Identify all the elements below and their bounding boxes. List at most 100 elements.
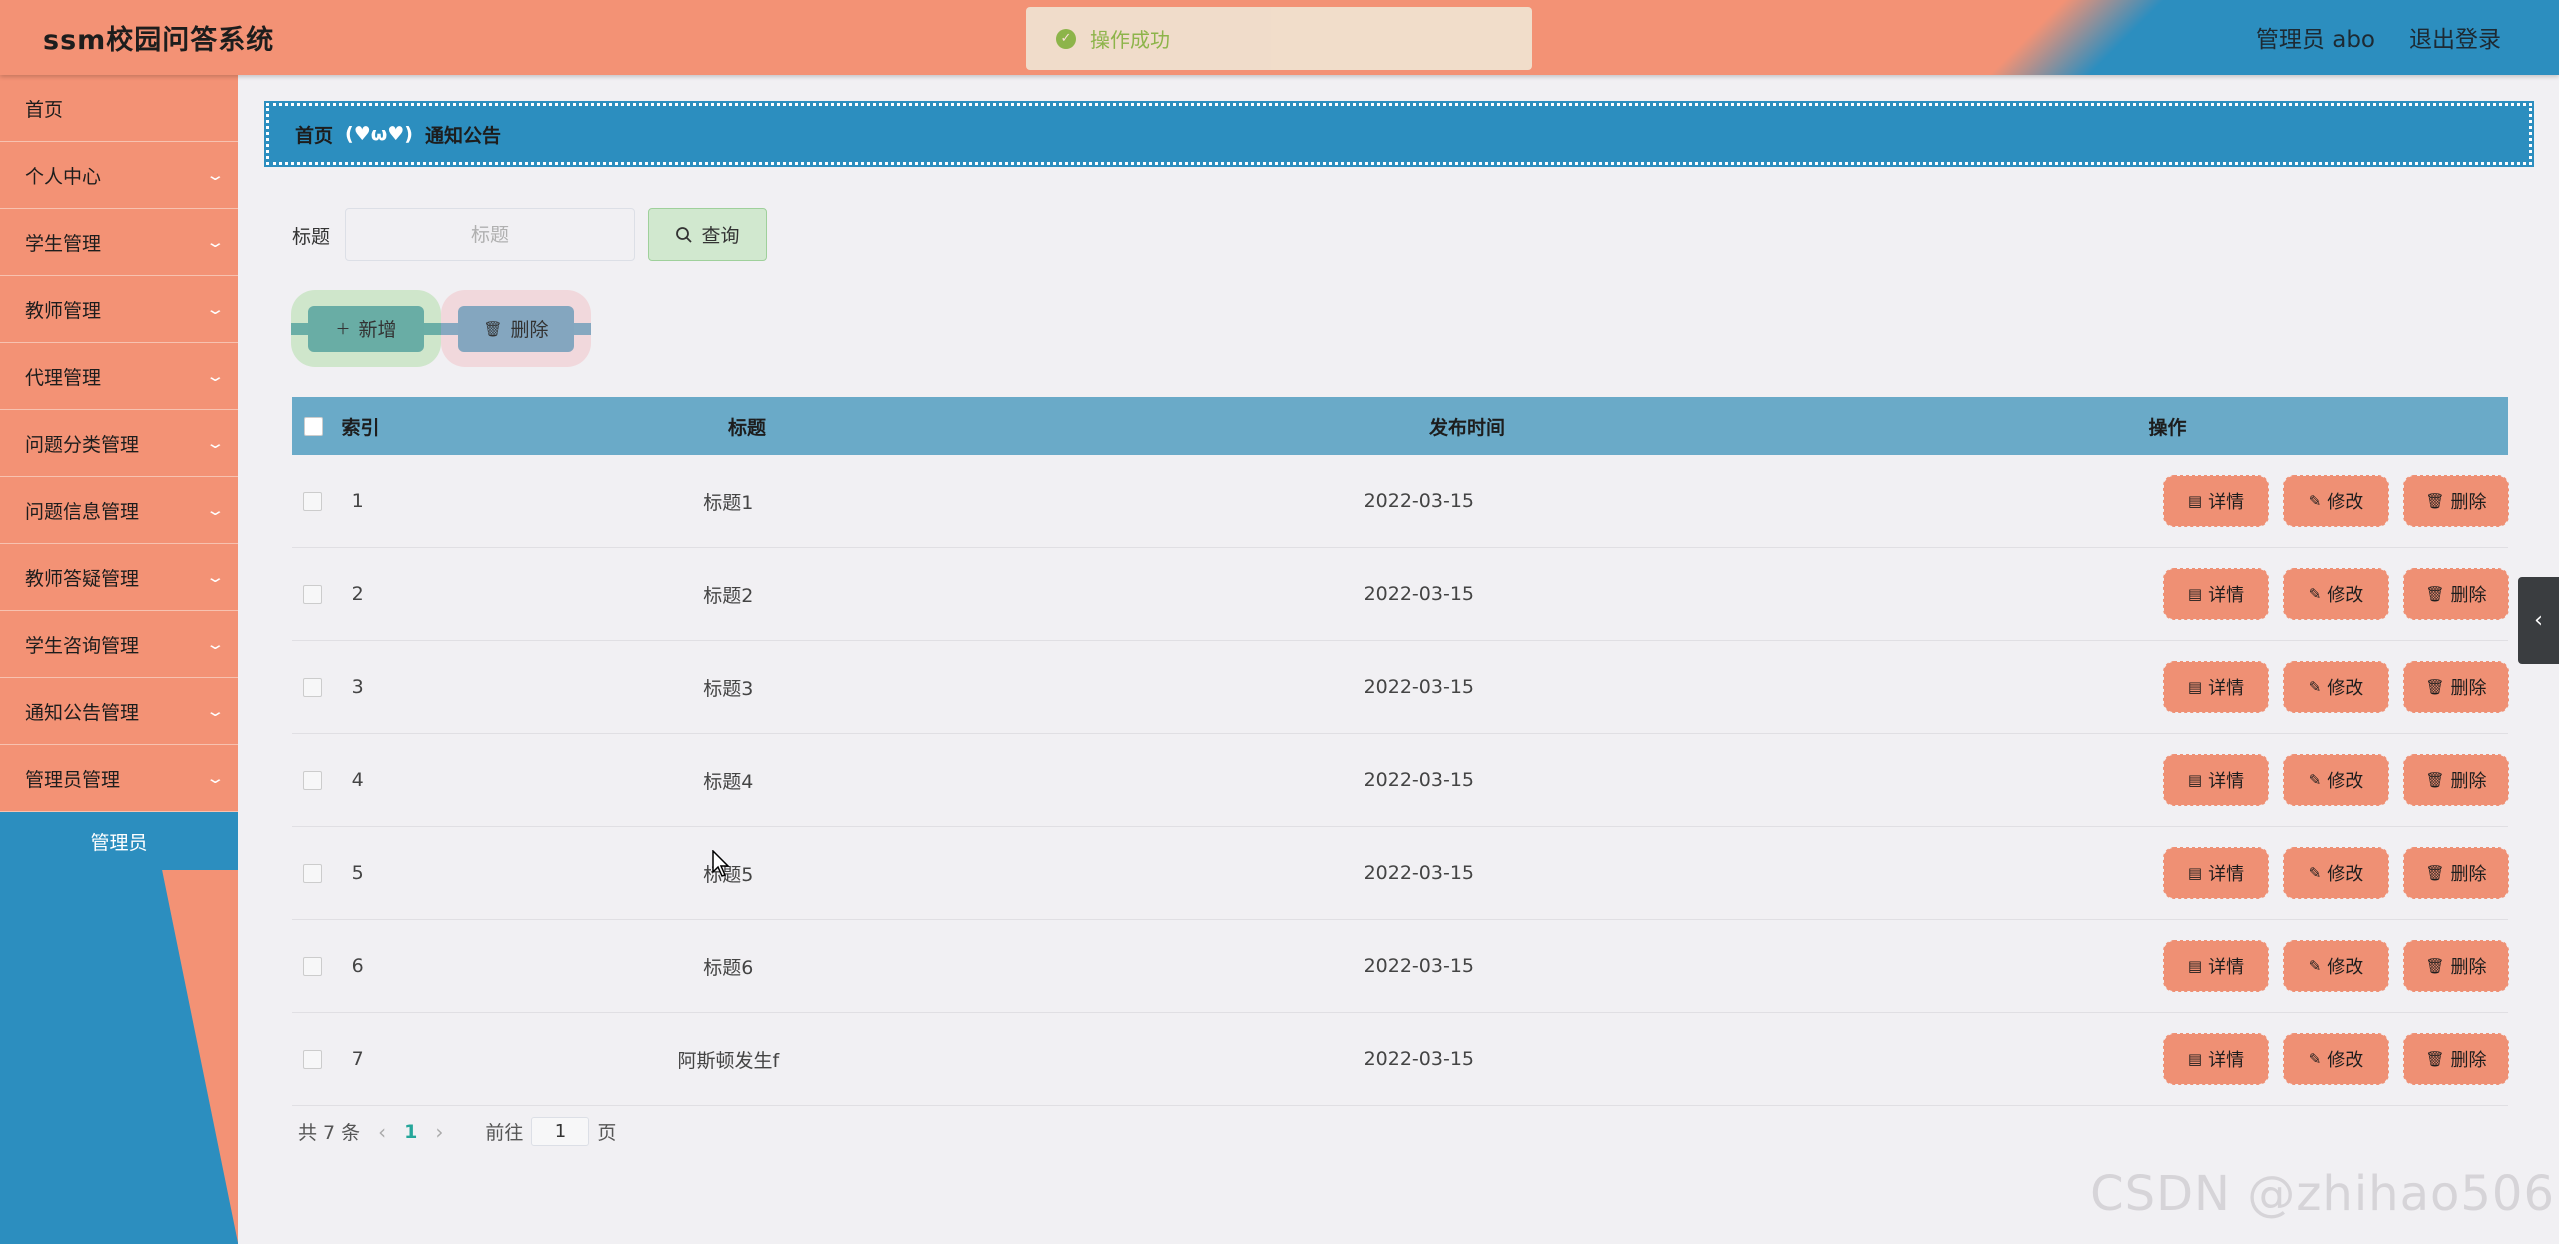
row-index: 7 <box>351 1048 364 1070</box>
sidebar-item-4[interactable]: 代理管理 ⌄ <box>0 343 238 410</box>
pencil-icon: ✎ <box>2308 1050 2322 1068</box>
success-toast: ✓ 操作成功 <box>1026 7 1532 70</box>
row-date: 2022-03-15 <box>1363 1048 1474 1070</box>
add-button-label: 新增 <box>358 319 397 341</box>
row-edit-button[interactable]: ✎ 修改 <box>2283 754 2390 806</box>
sidebar-item-label: 代理管理 <box>25 366 102 389</box>
header-index: 索引 <box>341 416 380 439</box>
row-edit-button[interactable]: ✎ 修改 <box>2283 940 2390 992</box>
watermark: CSDN @zhihao506 <box>2090 1166 2555 1222</box>
sidebar-item-2[interactable]: 学生管理 ⌄ <box>0 209 238 276</box>
batch-delete-button-label: 删除 <box>510 319 549 341</box>
logout-button[interactable]: 退出登录 <box>2409 20 2501 54</box>
trash-icon: 🗑 <box>2425 678 2445 696</box>
table-row: 1 标题1 2022-03-15 ▤ 详情 ✎ 修改 🗑 删除 <box>292 455 2510 548</box>
row-detail-button[interactable]: ▤ 详情 <box>2163 661 2270 713</box>
row-checkbox[interactable] <box>302 677 322 697</box>
row-edit-button[interactable]: ✎ 修改 <box>2283 568 2390 620</box>
row-checkbox[interactable] <box>302 1049 322 1069</box>
table-row: 6 标题6 2022-03-15 ▤ 详情 ✎ 修改 🗑 删除 <box>292 920 2510 1013</box>
row-edit-label: 修改 <box>2327 678 2364 699</box>
row-actions: ▤ 详情 ✎ 修改 🗑 删除 <box>2163 1033 2510 1085</box>
row-checkbox[interactable] <box>302 770 322 790</box>
sidebar: 首页 个人中心 ⌄ 学生管理 ⌄ 教师管理 ⌄ 代理管理 ⌄ 问题分类管理 ⌄ 问题信息管理 ⌄ 教师答疑… <box>0 75 238 1244</box>
chevron-down-icon: ⌄ <box>205 166 226 184</box>
header-title: 标题 <box>727 416 766 439</box>
search-title-label: 标题 <box>292 226 331 248</box>
sidebar-item-1[interactable]: 个人中心 ⌄ <box>0 142 238 209</box>
prev-page-icon[interactable]: ‹ <box>378 1120 386 1144</box>
row-detail-button[interactable]: ▤ 详情 <box>2163 754 2270 806</box>
breadcrumb-current: 通知公告 <box>424 124 501 147</box>
sidebar-item-label: 学生管理 <box>25 232 102 255</box>
pencil-icon: ✎ <box>2308 492 2322 510</box>
row-delete-button[interactable]: 🗑 删除 <box>2403 1033 2510 1085</box>
sidebar-item-9[interactable]: 通知公告管理 ⌄ <box>0 678 238 745</box>
next-page-icon[interactable]: › <box>435 1120 443 1144</box>
row-index: 5 <box>351 862 364 884</box>
pencil-icon: ✎ <box>2308 771 2322 789</box>
sidebar-subitem-admin[interactable]: 管理员 <box>0 812 238 870</box>
breadcrumb-home[interactable]: 首页 <box>295 121 333 148</box>
table-body: 1 标题1 2022-03-15 ▤ 详情 ✎ 修改 🗑 删除 2 标题2 2022-03-15 ▤ 详情… <box>292 455 2510 1106</box>
breadcrumb: 首页 (♥ω♥) 通知公告 <box>264 101 2534 167</box>
sidebar-item-label: 管理员管理 <box>25 768 121 791</box>
row-detail-button[interactable]: ▤ 详情 <box>2163 847 2270 899</box>
goto-page-input[interactable] <box>531 1117 590 1146</box>
row-date: 2022-03-15 <box>1363 676 1474 698</box>
sidebar-item-5[interactable]: 问题分类管理 ⌄ <box>0 410 238 477</box>
row-detail-label: 详情 <box>2208 492 2245 513</box>
row-edit-button[interactable]: ✎ 修改 <box>2283 1033 2390 1085</box>
search-title-input[interactable] <box>345 208 635 261</box>
row-checkbox[interactable] <box>302 863 322 883</box>
sidebar-item-7[interactable]: 教师答疑管理 ⌄ <box>0 544 238 611</box>
row-delete-label: 删除 <box>2450 585 2487 606</box>
row-delete-label: 删除 <box>2450 678 2487 699</box>
row-delete-button[interactable]: 🗑 删除 <box>2403 568 2510 620</box>
row-date: 2022-03-15 <box>1363 769 1474 791</box>
row-edit-button[interactable]: ✎ 修改 <box>2283 661 2390 713</box>
document-icon: ▤ <box>2187 864 2203 882</box>
row-detail-button[interactable]: ▤ 详情 <box>2163 1033 2270 1085</box>
row-checkbox[interactable] <box>302 956 322 976</box>
pencil-icon: ✎ <box>2308 864 2322 882</box>
row-delete-button[interactable]: 🗑 删除 <box>2403 940 2510 992</box>
sidebar-item-label: 教师答疑管理 <box>25 567 140 590</box>
row-detail-button[interactable]: ▤ 详情 <box>2163 475 2270 527</box>
row-detail-button[interactable]: ▤ 详情 <box>2163 940 2270 992</box>
row-delete-button[interactable]: 🗑 删除 <box>2403 475 2510 527</box>
breadcrumb-separator: (♥ω♥) <box>345 123 413 145</box>
chevron-down-icon: ⌄ <box>205 702 226 720</box>
row-checkbox[interactable] <box>302 584 322 604</box>
plus-icon: ＋ <box>335 320 351 338</box>
sidebar-item-label: 问题信息管理 <box>25 500 140 523</box>
query-button[interactable]: 查询 <box>648 208 767 261</box>
row-detail-button[interactable]: ▤ 详情 <box>2163 568 2270 620</box>
table-row: 4 标题4 2022-03-15 ▤ 详情 ✎ 修改 🗑 删除 <box>292 734 2510 827</box>
sidebar-item-3[interactable]: 教师管理 ⌄ <box>0 276 238 343</box>
row-title: 标题1 <box>703 491 754 514</box>
trash-icon: 🗑 <box>2425 492 2445 510</box>
row-delete-button[interactable]: 🗑 删除 <box>2403 847 2510 899</box>
sidebar-item-8[interactable]: 学生咨询管理 ⌄ <box>0 611 238 678</box>
page-number[interactable]: 1 <box>404 1121 417 1143</box>
row-title: 标题6 <box>703 956 754 979</box>
add-button-wrap: ＋ 新增 <box>291 290 441 367</box>
row-edit-button[interactable]: ✎ 修改 <box>2283 475 2390 527</box>
toast-message: 操作成功 <box>1090 28 1170 52</box>
row-index: 6 <box>351 955 364 977</box>
batch-delete-button[interactable]: 🗑 删除 <box>458 305 574 352</box>
sidebar-item-0[interactable]: 首页 <box>0 75 238 142</box>
sidebar-item-label: 通知公告管理 <box>25 701 140 724</box>
sidebar-item-6[interactable]: 问题信息管理 ⌄ <box>0 477 238 544</box>
row-delete-button[interactable]: 🗑 删除 <box>2403 754 2510 806</box>
select-all-checkbox[interactable] <box>303 416 323 436</box>
row-edit-button[interactable]: ✎ 修改 <box>2283 847 2390 899</box>
sidebar-item-10[interactable]: 管理员管理 ⌄ <box>0 745 238 812</box>
table-row: 5 标题5 2022-03-15 ▤ 详情 ✎ 修改 🗑 删除 <box>292 827 2510 920</box>
row-checkbox[interactable] <box>302 491 322 511</box>
add-button[interactable]: ＋ 新增 <box>308 305 424 352</box>
chevron-left-icon[interactable]: ‹ <box>2518 577 2559 664</box>
row-delete-button[interactable]: 🗑 删除 <box>2403 661 2510 713</box>
row-detail-label: 详情 <box>2208 771 2245 792</box>
